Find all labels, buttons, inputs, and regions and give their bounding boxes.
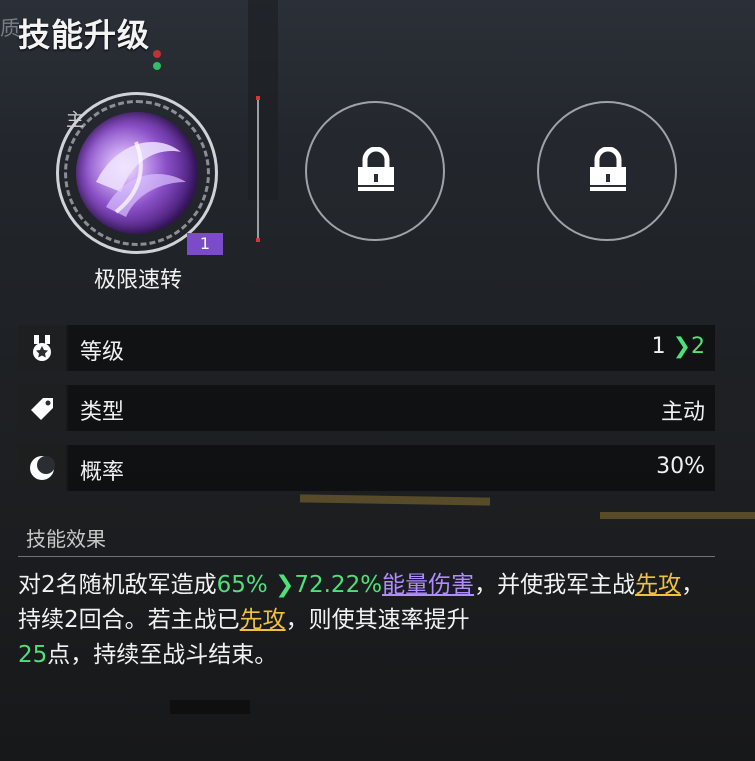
medal-icon <box>18 325 68 371</box>
stat-row-type: 类型 主动 <box>18 385 715 431</box>
stat-value-rate: 30% <box>656 454 705 479</box>
background-pillar <box>248 0 278 200</box>
lock-icon <box>590 147 626 191</box>
moon-icon <box>18 445 68 491</box>
tag-icon <box>18 385 68 431</box>
keyword-first-strike[interactable]: 先攻 <box>635 572 681 598</box>
stat-value-type: 主动 <box>660 400 705 425</box>
stat-row-level: 等级 1 ❯2 <box>18 325 715 371</box>
effect-divider <box>18 556 715 557</box>
lock-icon <box>358 147 394 191</box>
skill-slot-locked[interactable] <box>537 101 677 241</box>
upgrade-arrow-icon: ❯ <box>267 572 295 598</box>
skill-slot-locked[interactable] <box>305 101 445 241</box>
skill-name: 极限速转 <box>93 268 182 293</box>
stat-row-rate: 概率 30% <box>18 445 715 491</box>
effect-description: 对2名随机敌军造成65% ❯72.22%能量伤害，并使我军主战先攻，持续2回合。… <box>18 572 705 668</box>
keyword-energy-damage[interactable]: 能量伤害 <box>382 572 474 598</box>
effect-title: 技能效果 <box>26 527 106 551</box>
stat-label: 等级 <box>80 340 125 365</box>
background-road-marking <box>299 494 491 506</box>
background-traffic-light <box>150 46 164 86</box>
page-title: 技能升级 <box>18 16 151 54</box>
main-tag: 主 <box>66 110 84 131</box>
background-shadow <box>170 700 250 714</box>
stat-label: 类型 <box>80 400 125 425</box>
upgrade-arrow-icon: ❯ <box>672 334 691 359</box>
title-prefix: 质 <box>0 16 20 40</box>
stat-value-level: 1 ❯2 <box>651 334 705 359</box>
skill-icon <box>76 112 198 234</box>
slot-divider <box>256 96 260 242</box>
stat-label: 概率 <box>80 460 125 485</box>
skill-level-badge: 1 <box>187 233 223 255</box>
background-road-marking <box>600 512 755 519</box>
keyword-first-strike[interactable]: 先攻 <box>240 607 286 633</box>
